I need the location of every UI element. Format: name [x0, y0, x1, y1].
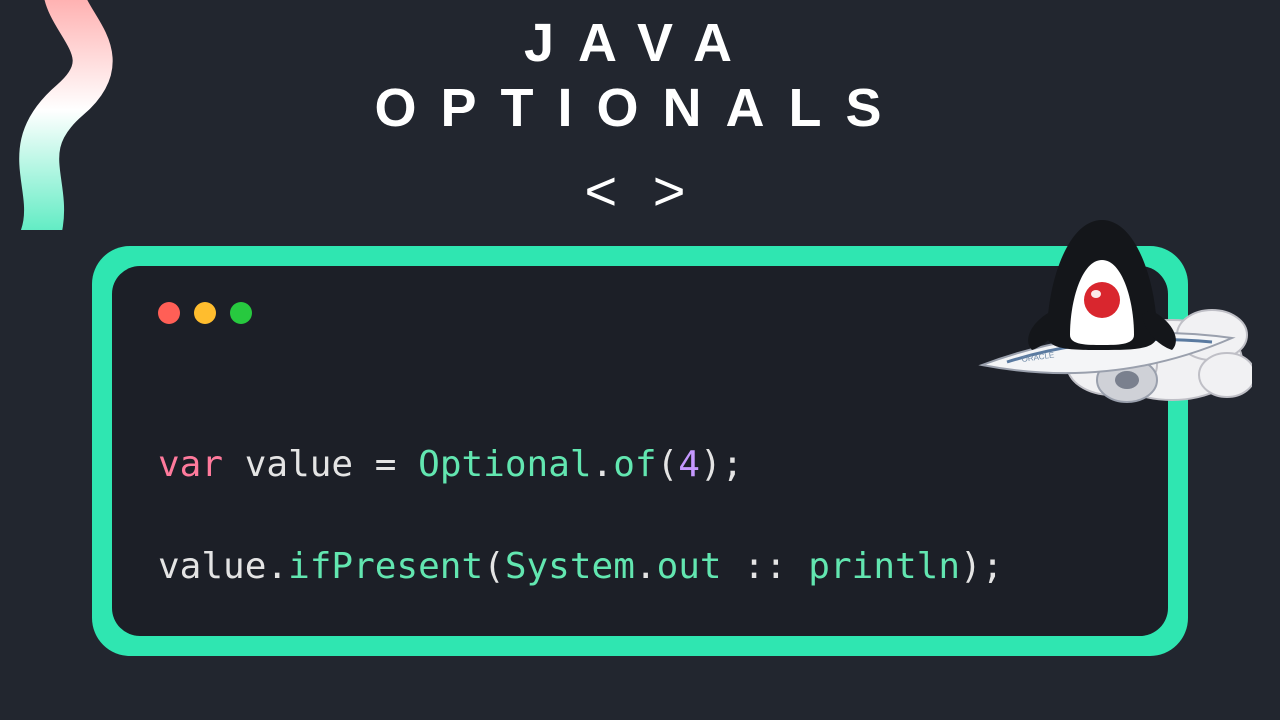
- title-line-2: OPTIONALS: [0, 79, 1280, 138]
- zoom-icon: [230, 302, 252, 324]
- code-method: of: [613, 444, 656, 485]
- code-card-frame: var value = Optional.of(4); value.ifPres…: [92, 246, 1188, 656]
- close-icon: [158, 302, 180, 324]
- window-traffic-lights: [158, 302, 1122, 324]
- code-identifier: value: [245, 444, 353, 485]
- page-title: JAVA OPTIONALS: [0, 14, 1280, 139]
- code-method: out: [657, 546, 722, 587]
- code-keyword: var: [158, 444, 223, 485]
- code-operator: =: [375, 444, 397, 485]
- minimize-icon: [194, 302, 216, 324]
- code-number: 4: [678, 444, 700, 485]
- code-method: println: [808, 546, 960, 587]
- code-method: ifPresent: [288, 546, 483, 587]
- code-snippet: var value = Optional.of(4); value.ifPres…: [158, 384, 1122, 648]
- title-line-1: JAVA: [0, 14, 1280, 73]
- code-card: var value = Optional.of(4); value.ifPres…: [112, 266, 1168, 636]
- code-identifier: value: [158, 546, 266, 587]
- code-class: Optional: [418, 444, 591, 485]
- code-class: System: [505, 546, 635, 587]
- angle-brackets-decoration: < >: [0, 158, 1280, 223]
